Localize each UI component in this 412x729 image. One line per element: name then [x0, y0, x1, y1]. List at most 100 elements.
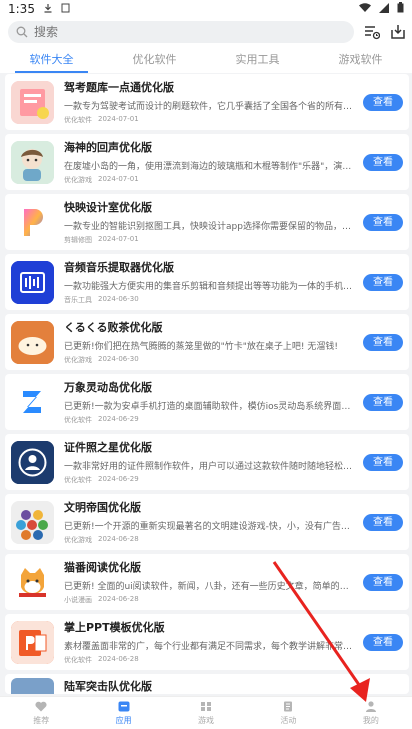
app-description: 已更新!一个开源的重新实现最著名的文明建设游戏-快，小，没有广告，无 [64, 522, 355, 532]
view-button[interactable]: 查看 [363, 273, 403, 291]
nav-games[interactable]: 游戏 [165, 697, 247, 729]
nav-label: 活动 [280, 715, 297, 725]
app-description: 已更新! 全面的ui阅读软件，新闻，八卦，还有一些历史文章，简单的UI页 [64, 582, 355, 592]
app-date: 2024-06-28 [98, 535, 139, 543]
notification-icon [61, 2, 70, 16]
app-title: 证件照之星优化版 [64, 441, 152, 454]
person-icon [365, 700, 377, 714]
portrait-icon [11, 440, 54, 484]
download-manager-icon[interactable] [364, 22, 380, 42]
list-item[interactable]: 海神的回声优化版 在废墟小岛的一角，使用漂流到海边的玻璃瓶和木棍等制作"乐器"，… [5, 134, 409, 190]
view-button[interactable]: 查看 [363, 573, 403, 591]
app-title: 文明帝国优化版 [64, 501, 141, 514]
app-date: 2024-06-30 [98, 355, 139, 363]
list-item[interactable]: 陆军突击队优化版 [5, 674, 409, 694]
search-box[interactable] [8, 21, 354, 43]
nav-activity[interactable]: 活动 [247, 697, 329, 729]
app-title: 海神的回声优化版 [64, 141, 152, 154]
list-item[interactable]: 猫番阅读优化版 已更新! 全面的ui阅读软件，新闻，八卦，还有一些历史文章，简单… [5, 554, 409, 610]
top-bar [0, 18, 412, 46]
view-button[interactable]: 查看 [363, 633, 403, 651]
app-category: 优化游戏 [64, 356, 92, 364]
nav-apps[interactable]: 应用 [82, 697, 164, 729]
app-date: 2024-06-29 [98, 475, 139, 483]
status-time: 1:35 [8, 2, 35, 16]
app-date: 2024-06-29 [98, 415, 139, 423]
app-category: 小说漫画 [64, 596, 92, 604]
search-icon [16, 23, 28, 42]
list-item[interactable]: 快映设计室优化版 一款专业的智能识别抠图工具，快映设计app选择你需要保留的物品… [5, 194, 409, 250]
app-title: 猫番阅读优化版 [64, 561, 141, 574]
tab-game-software[interactable]: 游戏软件 [309, 46, 412, 73]
app-date: 2024-06-28 [98, 655, 139, 663]
nav-label: 应用 [115, 715, 132, 725]
signal-icon [379, 2, 389, 16]
hex-icon [11, 500, 54, 544]
view-button[interactable]: 查看 [363, 153, 403, 171]
app-title: 陆军突击队优化版 [64, 680, 152, 693]
view-button[interactable]: 查看 [363, 513, 403, 531]
document-icon [282, 701, 294, 714]
view-button[interactable]: 查看 [363, 333, 403, 351]
list-item[interactable]: 驾考题库一点通优化版 一款专为驾驶考试而设计的刷题软件，它几乎囊括了全国各个省的… [5, 74, 409, 130]
download-icon [43, 2, 53, 16]
app-description: 已更新!你们把在热气腾腾的蒸笼里做的"竹卡"放在桌子上吧! 无溜钱! [64, 342, 338, 352]
book-icon [11, 80, 54, 124]
bun-icon [11, 320, 54, 364]
nav-label: 游戏 [198, 715, 215, 725]
app-title: 掌上PPT模板优化版 [64, 621, 165, 634]
view-button[interactable]: 查看 [363, 213, 403, 231]
app-description: 已更新!一款为安卓手机打造的桌面辅助软件，模仿ios灵动岛系统界面，功能 [64, 402, 355, 412]
app-title: 快映设计室优化版 [64, 201, 152, 214]
nav-recommend[interactable]: 推荐 [0, 697, 82, 729]
nav-label: 我的 [362, 715, 379, 725]
status-bar: 1:35 [0, 0, 412, 18]
app-category: 剪辑修图 [64, 236, 92, 244]
p-logo-icon [11, 200, 54, 244]
tab-optimized-software[interactable]: 优化软件 [103, 46, 206, 73]
download-box-icon[interactable] [390, 22, 406, 42]
app-category: 优化游戏 [64, 176, 92, 184]
app-date: 2024-07-01 [98, 235, 139, 243]
app-category: 音乐工具 [64, 296, 92, 304]
list-item[interactable]: 文明帝国优化版 已更新!一个开源的重新实现最著名的文明建设游戏-快，小，没有广告… [5, 494, 409, 550]
cat-icon [11, 560, 54, 604]
z-logo-icon [11, 380, 54, 424]
app-title: 驾考题库一点通优化版 [64, 81, 174, 94]
view-button[interactable]: 查看 [363, 453, 403, 471]
app-date: 2024-07-01 [98, 115, 139, 123]
battery-icon [397, 2, 404, 16]
list-item[interactable]: 万象灵动岛优化版 已更新!一款为安卓手机打造的桌面辅助软件，模仿ios灵动岛系统… [5, 374, 409, 430]
app-list: 驾考题库一点通优化版 一款专为驾驶考试而设计的刷题软件，它几乎囊括了全国各个省的… [5, 74, 409, 698]
app-date: 2024-07-01 [98, 175, 139, 183]
app-category: 优化软件 [64, 116, 92, 124]
view-button[interactable]: 查看 [363, 93, 403, 111]
app-title: 音频音乐提取器优化版 [64, 261, 174, 274]
app-category: 优化软件 [64, 416, 92, 424]
list-item[interactable]: くるくる败茶优化版 已更新!你们把在热气腾腾的蒸笼里做的"竹卡"放在桌子上吧! … [5, 314, 409, 370]
app-description: 在废墟小岛的一角，使用漂流到海边的玻璃瓶和木棍等制作"乐器"，演奏听到 [64, 162, 355, 172]
app-description: 一款专业的智能识别抠图工具，快映设计app选择你需要保留的物品，即可进 [64, 222, 355, 232]
view-button[interactable]: 查看 [363, 393, 403, 411]
ppt-icon [11, 620, 54, 664]
list-item[interactable]: 音频音乐提取器优化版 一款功能强大方便实用的集音乐剪辑和音频提出等等功能为一体的… [5, 254, 409, 310]
audio-icon [11, 260, 54, 304]
nav-label: 推荐 [33, 715, 50, 725]
apps-icon [118, 701, 130, 714]
character-icon [11, 140, 54, 184]
app-description: 一款功能强大方便实用的集音乐剪辑和音频提出等等功能为一体的手机软件， [64, 282, 355, 292]
gamepad-icon [200, 701, 212, 714]
bottom-nav: 推荐 应用 游戏 活动 我的 [0, 696, 412, 729]
tab-software-all[interactable]: 软件大全 [0, 46, 103, 73]
search-input[interactable] [34, 25, 346, 39]
app-title: 万象灵动岛优化版 [64, 381, 152, 394]
tab-utility-tools[interactable]: 实用工具 [206, 46, 309, 73]
app-description: 一款专为驾驶考试而设计的刷题软件，它几乎囊括了全国各个省的所有驾考 [64, 102, 355, 112]
category-tabs: 软件大全 优化软件 实用工具 游戏软件 [0, 46, 412, 73]
heart-icon [35, 701, 47, 714]
nav-mine[interactable]: 我的 [330, 697, 412, 729]
list-item[interactable]: 掌上PPT模板优化版 素材覆盖面非常的广，每个行业都有满足不同需求，每个教学讲解… [5, 614, 409, 670]
wifi-icon [359, 2, 371, 16]
list-item[interactable]: 证件照之星优化版 一款非常好用的证件照制作软件，用户可以通过这款软件随时随地轻松… [5, 434, 409, 490]
app-description: 一款非常好用的证件照制作软件，用户可以通过这款软件随时随地轻松制作证 [64, 462, 355, 472]
